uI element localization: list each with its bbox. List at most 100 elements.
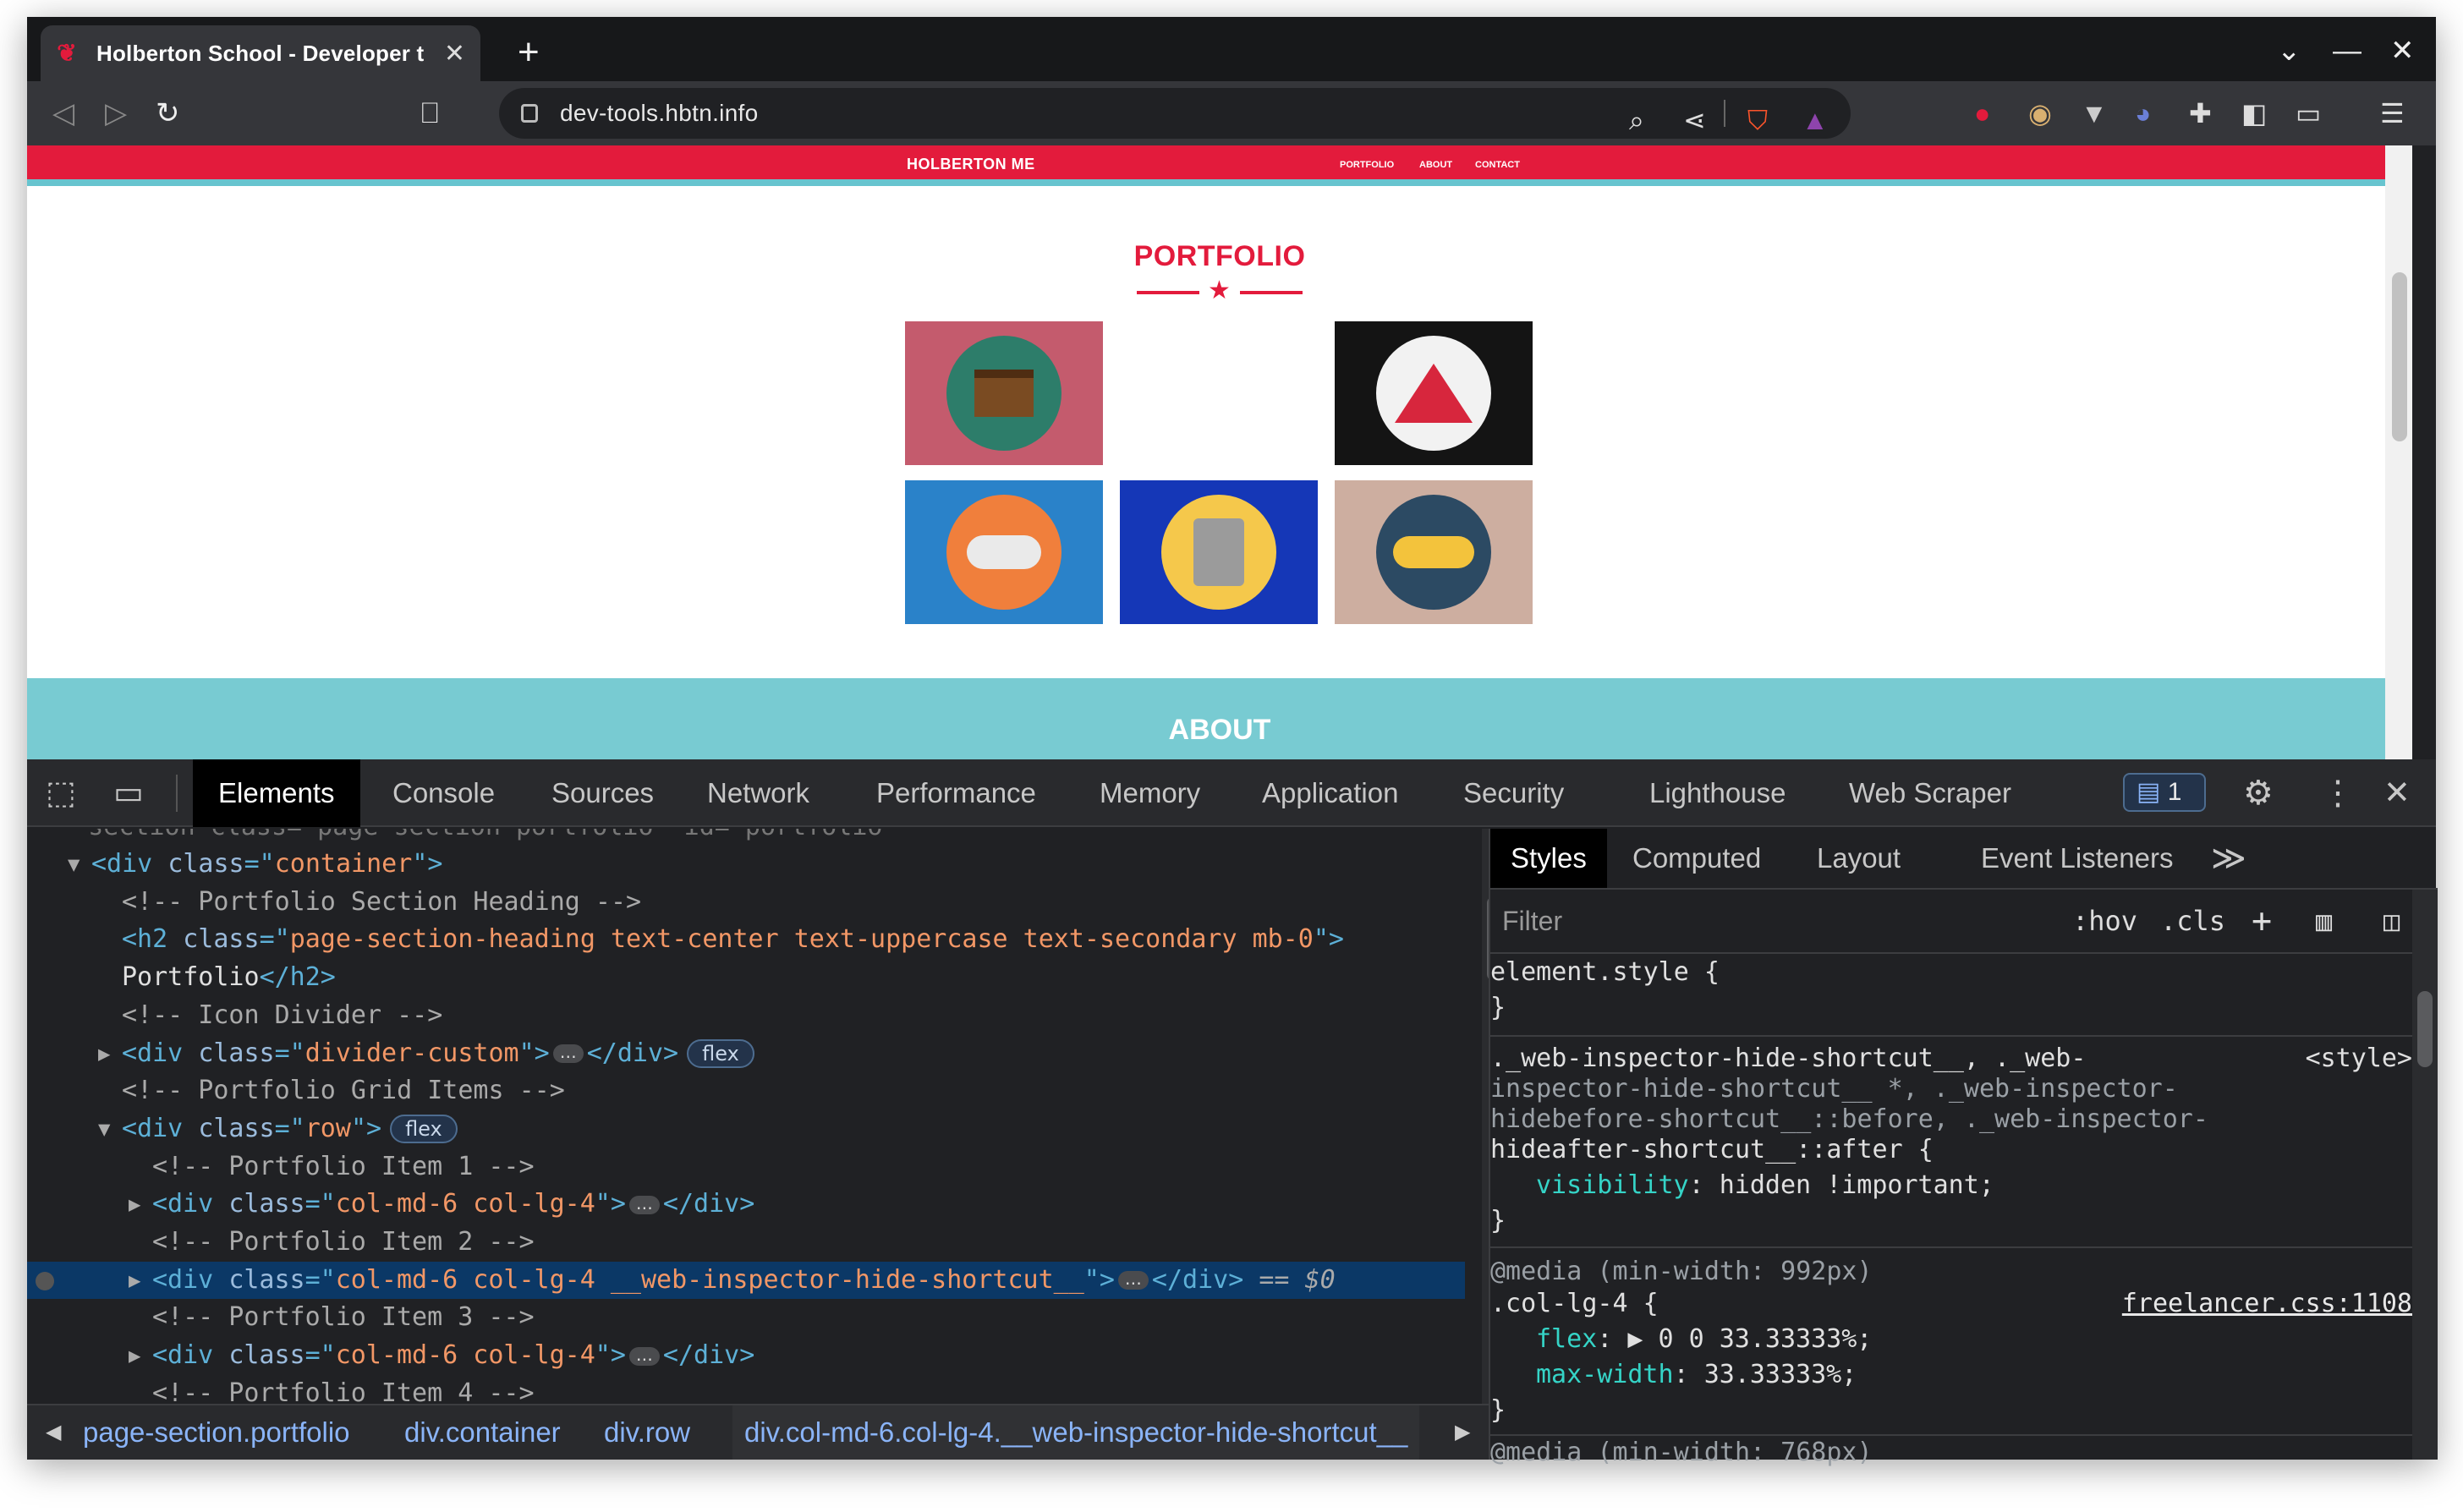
styles-scrollbar-thumb[interactable] — [2417, 991, 2433, 1067]
rule2-selector-line-2[interactable]: inspector-hide-shortcut__ *, ._web-inspe… — [1490, 1074, 2412, 1104]
wallet-icon[interactable]: ▭ — [2296, 96, 2321, 130]
minimize-button[interactable]: — — [2333, 34, 2362, 68]
dom-node-line[interactable]: <!-- Portfolio Item 2 --> — [27, 1224, 1465, 1262]
extension-globe-icon[interactable]: ◕ — [2135, 96, 2151, 130]
zoom-icon[interactable]: ⌕ — [1629, 103, 1644, 137]
ellipsis-button[interactable]: … — [1117, 1270, 1149, 1290]
dom-node-line[interactable]: ▶ <div class="col-md-6 col-lg-4">… </div> — [27, 1186, 1465, 1224]
breadcrumb-item-row[interactable]: div.row — [604, 1405, 690, 1460]
hov-toggle[interactable]: :hov — [2072, 900, 2137, 942]
dom-node-line[interactable]: ▶ <div class="divider-custom">… </div> flex — [27, 1035, 1465, 1073]
rule3-declaration-max-width[interactable]: max-width: 33.33333%; — [1536, 1360, 1857, 1390]
tab-lighthouse[interactable]: Lighthouse — [1649, 759, 1786, 827]
sidebar-icon[interactable]: ◧ — [2241, 96, 2267, 130]
portfolio-item-game[interactable] — [905, 480, 1103, 624]
portfolio-item-circus[interactable] — [1335, 321, 1533, 465]
close-window-button[interactable]: ✕ — [2390, 34, 2415, 68]
extension-v-icon[interactable]: ▼ — [2081, 96, 2108, 130]
inspect-element-icon[interactable]: ⬚ — [46, 759, 76, 827]
breadcrumb-item-section[interactable]: page-section.portfolio — [83, 1405, 350, 1460]
portfolio-item-hidden[interactable] — [1120, 321, 1318, 465]
tab-console[interactable]: Console — [392, 759, 495, 827]
flex-badge[interactable]: flex — [390, 1115, 458, 1144]
tab-performance[interactable]: Performance — [876, 759, 1036, 827]
share-icon[interactable]: ⋖ — [1683, 103, 1706, 137]
site-brand[interactable]: HOLBERTON ME — [907, 156, 1035, 173]
dom-node-line[interactable]: <!-- Portfolio Section Heading --> — [27, 884, 1465, 922]
rule3-declaration-flex[interactable]: flex: ▶ 0 0 33.33333%; — [1536, 1324, 1872, 1355]
new-rule-plus-icon[interactable]: + — [2252, 900, 2272, 942]
breadcrumb-item-selected[interactable]: div.col-md-6.col-lg-4.__web-inspector-hi… — [732, 1405, 1420, 1460]
address-bar[interactable]: dev-tools.hbtn.info ⌕ ⋖ ⛉ ▲ — [499, 88, 1851, 139]
puzzle-icon[interactable]: ✚ — [2189, 96, 2212, 130]
rule-element-style-selector[interactable]: element.style { — [1490, 957, 2412, 988]
styles-filter-input[interactable]: Filter — [1502, 900, 2027, 942]
tab-memory[interactable]: Memory — [1100, 759, 1200, 827]
rule2-selector-line-3[interactable]: hidebefore-shortcut__::before, ._web-ins… — [1490, 1104, 2412, 1135]
tab-network[interactable]: Network — [707, 759, 809, 827]
portfolio-item-submarine[interactable] — [1335, 480, 1533, 624]
browser-tab[interactable]: ❦ Holberton School - Developer t ✕ — [41, 25, 480, 81]
dom-node-line[interactable]: Portfolio</h2> — [27, 959, 1465, 997]
page-scrollbar-thumb[interactable] — [2392, 272, 2407, 441]
tab-event-listeners[interactable]: Event Listeners — [1981, 829, 2173, 888]
portfolio-item-cabin[interactable] — [905, 321, 1103, 465]
more-options-icon[interactable]: ⋮ — [2321, 759, 2355, 827]
dom-node-line[interactable]: <!-- Portfolio Grid Items --> — [27, 1072, 1465, 1110]
page-scrollbar[interactable] — [2385, 145, 2412, 759]
tab-web-scraper[interactable]: Web Scraper — [1849, 759, 2011, 827]
dom-node-line[interactable]: ▼ <div class="container"> — [27, 846, 1465, 884]
ellipsis-button[interactable]: … — [628, 1195, 660, 1214]
close-tab-icon[interactable]: ✕ — [444, 39, 465, 68]
chevron-down-icon[interactable]: ⌄ — [2277, 34, 2301, 68]
rule2-selector-line-1[interactable]: ._web-inspector-hide-shortcut__, ._web- — [1490, 1044, 2412, 1074]
tab-layout[interactable]: Layout — [1817, 829, 1901, 888]
expand-down-arrow-icon[interactable]: ▼ — [68, 846, 80, 884]
paint-brush-icon[interactable]: ▥ — [2316, 900, 2332, 942]
cls-toggle[interactable]: .cls — [2160, 900, 2225, 942]
toggle-sidebar-icon[interactable]: ◫ — [2383, 900, 2400, 942]
extension-tomato-icon[interactable]: ● — [1974, 96, 1990, 130]
tab-computed[interactable]: Computed — [1632, 829, 1761, 888]
breadcrumb-left-arrow-icon[interactable]: ◀ — [46, 1405, 61, 1460]
nav-link-portfolio[interactable]: PORTFOLIO — [1340, 160, 1394, 170]
menu-icon[interactable]: ☰ — [2380, 96, 2405, 130]
brave-shield-icon[interactable]: ⛉ — [1747, 103, 1768, 137]
device-toolbar-icon[interactable]: ▭ — [113, 759, 144, 827]
close-devtools-icon[interactable]: ✕ — [2383, 759, 2411, 827]
collapse-right-arrow-icon[interactable]: ▶ — [129, 1337, 140, 1375]
extension-owl-icon[interactable]: ◉ — [2028, 96, 2052, 130]
back-icon[interactable]: ◁ — [52, 98, 74, 129]
tab-security[interactable]: Security — [1463, 759, 1564, 827]
rule3-source-link[interactable]: freelancer.css:1108 — [2099, 1289, 2412, 1319]
reload-icon[interactable]: ↻ — [156, 98, 180, 129]
portfolio-item-safe[interactable] — [1120, 480, 1318, 624]
breadcrumb-item-container[interactable]: div.container — [404, 1405, 561, 1460]
tab-elements[interactable]: Elements — [193, 759, 360, 827]
nav-link-contact[interactable]: CONTACT — [1475, 160, 1520, 170]
flex-badge[interactable]: flex — [687, 1039, 754, 1068]
issues-button[interactable]: ▤ 1 — [2123, 773, 2206, 812]
rule2-source[interactable]: <style> — [2285, 1044, 2412, 1074]
collapse-right-arrow-icon[interactable]: ▶ — [98, 1035, 110, 1073]
ellipsis-button[interactable]: … — [552, 1044, 584, 1063]
dom-node-line[interactable]: ▶ <div class="col-md-6 col-lg-4">… </div> — [27, 1337, 1465, 1375]
dom-node-line[interactable]: ▶ <div class="col-md-6 col-lg-4 __web-ins… — [27, 1261, 1465, 1300]
tab-sources[interactable]: Sources — [551, 759, 654, 827]
dom-node-line[interactable]: <h2 class="page-section-heading text-cen… — [27, 921, 1465, 959]
expand-down-arrow-icon[interactable]: ▼ — [98, 1110, 110, 1148]
rule2-selector-line-4[interactable]: hideafter-shortcut__::after { — [1490, 1135, 2412, 1165]
rule2-declaration[interactable]: visibility: hidden !important; — [1536, 1170, 1994, 1201]
collapse-right-arrow-icon[interactable]: ▶ — [129, 1262, 140, 1300]
new-tab-button[interactable]: + — [518, 34, 540, 71]
dom-node-line[interactable]: ▼ <div class="row"> flex — [27, 1110, 1465, 1148]
breadcrumb-right-arrow-icon[interactable]: ▶ — [1455, 1405, 1470, 1460]
dom-tree[interactable]: section class="page-section portfolio" i… — [27, 829, 1473, 1404]
settings-gear-icon[interactable]: ⚙ — [2243, 759, 2274, 827]
nav-link-about[interactable]: ABOUT — [1419, 160, 1452, 170]
ellipsis-button[interactable]: … — [628, 1346, 660, 1366]
collapse-right-arrow-icon[interactable]: ▶ — [129, 1186, 140, 1224]
tab-application[interactable]: Application — [1262, 759, 1398, 827]
dom-node-line[interactable]: <!-- Icon Divider --> — [27, 997, 1465, 1035]
dom-node-line[interactable]: <!-- Portfolio Item 1 --> — [27, 1148, 1465, 1186]
